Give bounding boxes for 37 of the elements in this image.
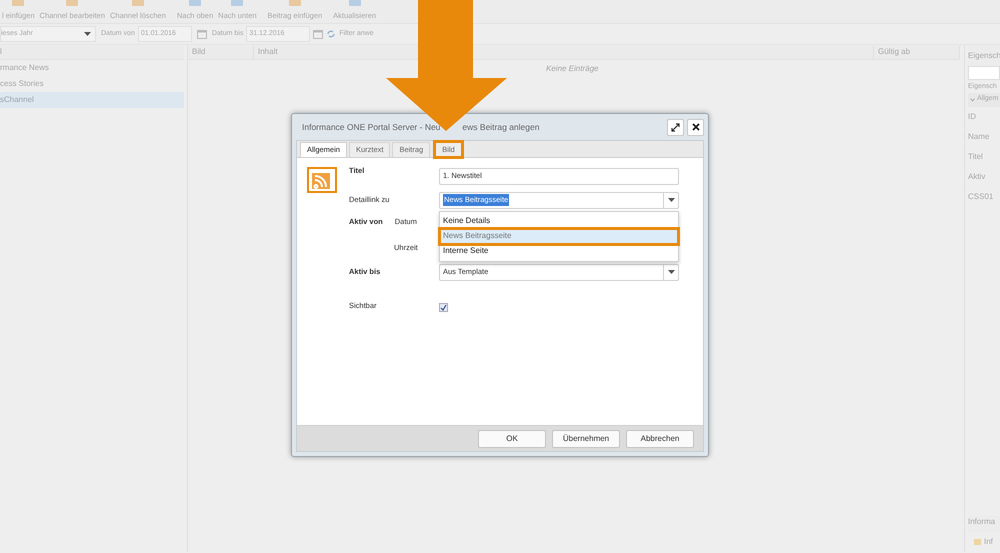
property-label: Name — [968, 130, 990, 142]
dropdown-option[interactable]: Keine Details — [440, 214, 678, 228]
column-header: Bild — [188, 46, 254, 59]
folder-icon — [974, 539, 981, 545]
dialog-title: ews Beitrag anlegen — [462, 120, 540, 134]
property-label: Titel — [968, 150, 984, 162]
close-button[interactable] — [687, 118, 704, 136]
channel-item[interactable]: cess Stories — [0, 76, 184, 92]
checkbox[interactable] — [439, 302, 448, 312]
search-field[interactable] — [968, 66, 1000, 80]
tree-item[interactable]: Inf — [984, 536, 993, 548]
dialog-button[interactable]: Übernehmen — [552, 430, 620, 448]
caret-icon — [668, 198, 674, 202]
column-header: l — [0, 46, 184, 60]
dialog-button[interactable]: OK — [478, 430, 546, 448]
dialog-button[interactable]: Abbrechen — [626, 430, 694, 448]
check-icon — [440, 304, 447, 310]
empty-message: Keine Einträge — [546, 63, 598, 75]
maximize-button[interactable] — [667, 118, 684, 136]
calendar-icon[interactable] — [313, 29, 324, 39]
caret-icon — [668, 270, 674, 274]
property-label: CSS01 — [968, 190, 994, 202]
channel-item[interactable]: sChannel — [0, 92, 184, 108]
rss-icon — [307, 167, 337, 193]
column-header: Gültig ab — [874, 46, 960, 59]
dialog-title: Informance ONE Portal Server - Neu — [302, 120, 440, 134]
channel-item[interactable]: rmance News — [0, 60, 184, 76]
caret-icon — [84, 32, 91, 36]
dropdown-option[interactable]: News Beitragsseite — [440, 228, 678, 244]
property-label: Aktiv — [968, 170, 986, 182]
dropdown-option[interactable]: Interne Seite — [440, 244, 678, 258]
calendar-icon[interactable] — [196, 29, 207, 39]
refresh-icon — [326, 29, 336, 39]
expand-icon — [671, 122, 680, 132]
property-label: ID — [968, 110, 977, 122]
chevron-icon[interactable] — [970, 98, 975, 102]
close-icon — [692, 123, 700, 131]
